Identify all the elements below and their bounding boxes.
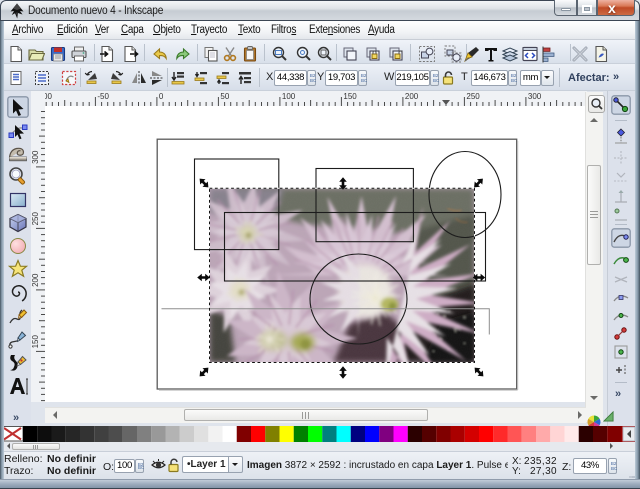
svg-text:200: 200: [405, 92, 419, 101]
svg-text:150: 150: [343, 92, 357, 101]
svg-text:300: 300: [528, 92, 542, 101]
svg-text:300: 300: [31, 150, 40, 164]
svg-text:100: 100: [282, 92, 296, 101]
svg-text:250: 250: [31, 212, 40, 226]
svg-text:150: 150: [31, 335, 40, 349]
svg-text:0: 0: [159, 92, 164, 101]
svg-text:50: 50: [220, 92, 229, 101]
svg-text:250: 250: [466, 92, 480, 101]
svg-text:200: 200: [31, 273, 40, 287]
svg-text:-50: -50: [97, 92, 109, 101]
